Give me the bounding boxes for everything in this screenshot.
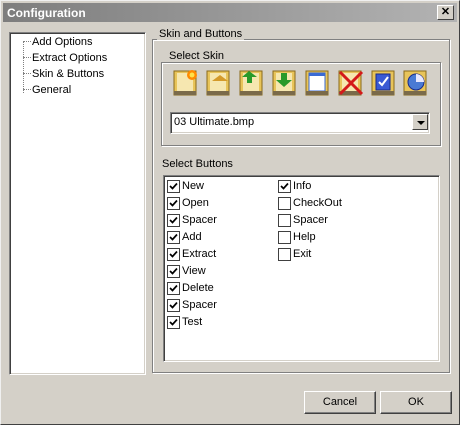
- view-icon: [305, 70, 329, 96]
- tree-connector: [23, 41, 24, 93]
- tree-connector: [23, 57, 31, 58]
- configuration-window: Configuration ✕ Add Options Extract Opti…: [0, 0, 460, 425]
- checkbox-label: Info: [293, 180, 312, 192]
- checkbox-box[interactable]: [167, 214, 180, 227]
- checkbox-label: Spacer: [182, 214, 217, 226]
- test-icon: [371, 70, 395, 96]
- tree-item-general[interactable]: General: [32, 83, 71, 97]
- skin-buttons-group-label: Skin and Buttons: [157, 28, 245, 40]
- close-icon: ✕: [440, 6, 451, 18]
- checkbox-box[interactable]: [278, 231, 291, 244]
- buttons-checklist: New Open Spacer Add Extract View Delete: [163, 175, 440, 362]
- checkbox-box[interactable]: [167, 248, 180, 261]
- checkbox-box[interactable]: [167, 316, 180, 329]
- category-tree: Add Options Extract Options Skin & Butto…: [9, 32, 146, 375]
- checkbox-box[interactable]: [278, 248, 291, 261]
- checkbox-box[interactable]: [167, 197, 180, 210]
- skin-select-value: 03 Ultimate.bmp: [174, 116, 255, 128]
- skin-select[interactable]: 03 Ultimate.bmp: [170, 112, 430, 134]
- tree-connector: [23, 41, 31, 42]
- checkbox-label: New: [182, 180, 205, 192]
- checkbox-label: Exit: [293, 248, 312, 260]
- checkbox-box[interactable]: [278, 180, 291, 193]
- extract-icon: [272, 70, 296, 96]
- tree-item-skin-buttons[interactable]: Skin & Buttons: [32, 67, 104, 81]
- skin-select-dropdown-button[interactable]: [412, 114, 428, 130]
- checkbox-box[interactable]: [167, 231, 180, 244]
- delete-icon: [338, 70, 364, 96]
- ok-button[interactable]: OK: [380, 391, 452, 414]
- checkbox-label: View: [182, 265, 206, 277]
- checkbox-label: Delete: [182, 282, 214, 294]
- checkbox-label: Extract: [182, 248, 217, 260]
- select-skin-label: Select Skin: [167, 50, 227, 62]
- new-archive-icon: [173, 70, 197, 96]
- tree-item-extract-options[interactable]: Extract Options: [32, 51, 107, 65]
- open-archive-icon: [206, 70, 230, 96]
- checkbox-box[interactable]: [167, 299, 180, 312]
- checkbox-box[interactable]: [278, 214, 291, 227]
- add-files-icon: [239, 70, 263, 96]
- checkbox-label: Open: [182, 197, 209, 209]
- tree-item-add-options[interactable]: Add Options: [32, 35, 93, 49]
- close-button[interactable]: ✕: [437, 5, 454, 20]
- checkbox-label: Add: [182, 231, 202, 243]
- cancel-button[interactable]: Cancel: [304, 391, 376, 414]
- checkbox-box[interactable]: [167, 180, 180, 193]
- tree-connector: [23, 89, 31, 90]
- checkbox-box[interactable]: [167, 282, 180, 295]
- checkbox-label: Help: [293, 231, 316, 243]
- checkbox-box[interactable]: [278, 197, 291, 210]
- checkbox-label: Test: [182, 316, 203, 328]
- info-icon: [403, 70, 427, 96]
- checkbox-label: Spacer: [293, 214, 328, 226]
- select-buttons-label: Select Buttons: [162, 158, 233, 170]
- title-bar[interactable]: Configuration ✕: [3, 3, 457, 22]
- checkbox-label: CheckOut: [293, 197, 342, 209]
- window-title: Configuration: [7, 6, 86, 20]
- checkbox-box[interactable]: [167, 265, 180, 278]
- checkbox-label: Spacer: [182, 299, 217, 311]
- tree-connector: [23, 73, 31, 74]
